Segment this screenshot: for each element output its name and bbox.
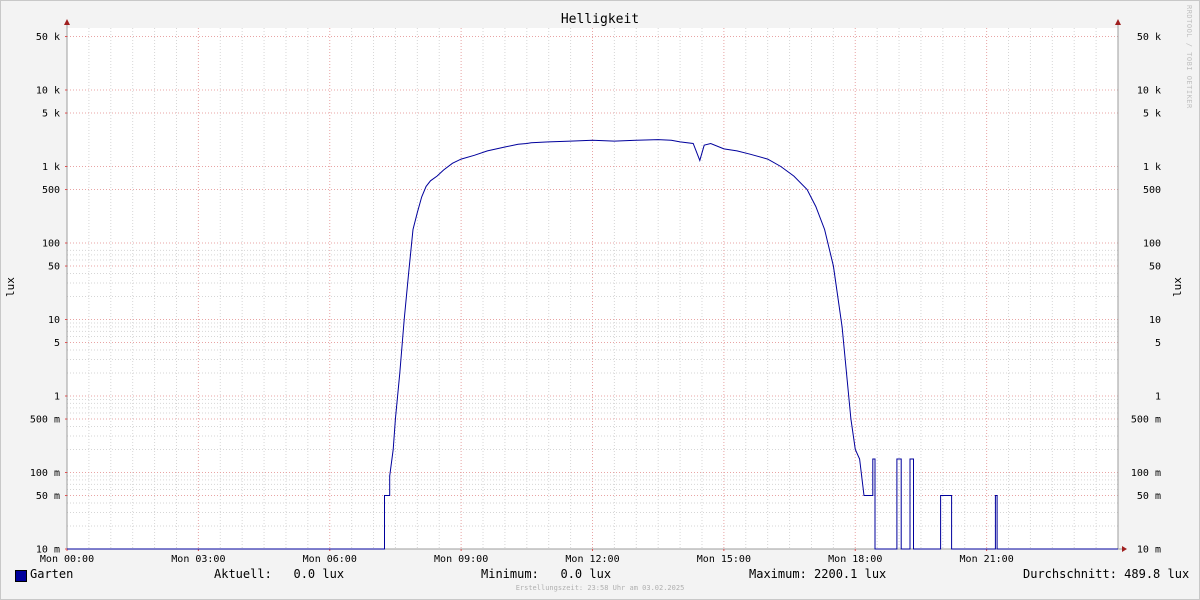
rrdtool-credit: RRDTOOL / TOBI OETIKER xyxy=(1185,5,1193,109)
y-tick-label-left: 50 k xyxy=(36,32,60,43)
y-tick-label-left: 500 xyxy=(42,185,60,196)
y-tick-label-left: 100 m xyxy=(30,468,60,479)
y-tick-label-right: 5 xyxy=(1155,338,1161,349)
y-tick-label-left: 5 xyxy=(54,338,60,349)
x-tick-label: Mon 12:00 xyxy=(565,554,619,565)
y-tick-label-left: 1 k xyxy=(42,162,60,173)
y-ticks-left: 10 m50 m100 m500 m1510501005001 k5 k10 k… xyxy=(30,32,67,556)
y-tick-label-right: 10 k xyxy=(1137,86,1161,97)
y-tick-label-right: 10 m xyxy=(1137,545,1161,556)
y-tick-label-left: 10 k xyxy=(36,86,60,97)
x-tick-label: Mon 06:00 xyxy=(303,554,357,565)
y-tick-label-left: 50 xyxy=(48,262,60,273)
y-tick-label-left: 10 xyxy=(48,315,60,326)
y-tick-label-right: 1 xyxy=(1155,392,1161,403)
y-axis-arrow-right xyxy=(1115,19,1121,25)
x-tick-label: Mon 03:00 xyxy=(171,554,225,565)
y-axis-label-left: lux xyxy=(4,277,17,297)
y-axis-label-right: lux xyxy=(1171,277,1184,297)
y-tick-label-right: 5 k xyxy=(1143,109,1161,120)
legend-durchschnitt: Durchschnitt: 489.8 lux xyxy=(1023,567,1190,581)
y-tick-label-right: 50 xyxy=(1149,262,1161,273)
grid xyxy=(67,28,1118,549)
y-axis-arrow-left xyxy=(64,19,70,25)
x-tick-label: Mon 21:00 xyxy=(960,554,1014,565)
legend-aktuell: Aktuell: 0.0 lux xyxy=(214,567,345,581)
brightness-chart: 10 m 50 m 100 m 500 m 1 5 10 50 100 500 1 k 5 k 10 k… xyxy=(4,12,1184,565)
y-tick-label-right: 500 xyxy=(1143,185,1161,196)
y-tick-label-right: 100 xyxy=(1143,239,1161,250)
y-tick-label-left: 1 xyxy=(54,392,60,403)
y-ticks-right: 10 m 50 m 100 m 500 m 1 5 10 50 100 500 1 k 5 k 10 k… xyxy=(1131,32,1161,555)
chart-title: Helligkeit xyxy=(561,12,639,27)
x-tick-label: Mon 00:00 xyxy=(40,554,94,565)
legend-swatch-garten xyxy=(15,570,27,582)
x-tick-label: Mon 09:00 xyxy=(434,554,488,565)
footer-timestamp: Erstellungszeit: 23:58 Uhr am 03.02.2025 xyxy=(515,584,685,592)
x-tick-label: Mon 18:00 xyxy=(828,554,882,565)
x-tick-label: Mon 15:00 xyxy=(697,554,751,565)
y-tick-label-right: 50 m xyxy=(1137,491,1161,502)
y-tick-label-left: 500 m xyxy=(30,415,60,426)
legend-series-name: Garten xyxy=(30,567,74,581)
y-tick-label-left: 50 m xyxy=(36,491,60,502)
y-tick-label-right: 50 k xyxy=(1137,32,1161,43)
y-tick-label-left: 5 k xyxy=(42,109,60,120)
y-tick-label-right: 100 m xyxy=(1131,468,1161,479)
legend-minimum: Minimum: 0.0 lux xyxy=(481,567,612,581)
y-tick-label-left: 100 xyxy=(42,239,60,250)
legend-maximum: Maximum: 2200.1 lux xyxy=(749,567,887,581)
y-tick-label-right: 1 k xyxy=(1143,162,1161,173)
x-axis-arrow xyxy=(1122,546,1127,552)
y-tick-label-right: 500 m xyxy=(1131,415,1161,426)
x-ticks: Mon 00:00 Mon 03:00 Mon 06:00 Mon 09:00 Mon … xyxy=(40,549,1014,565)
y-tick-label-right: 10 xyxy=(1149,315,1161,326)
